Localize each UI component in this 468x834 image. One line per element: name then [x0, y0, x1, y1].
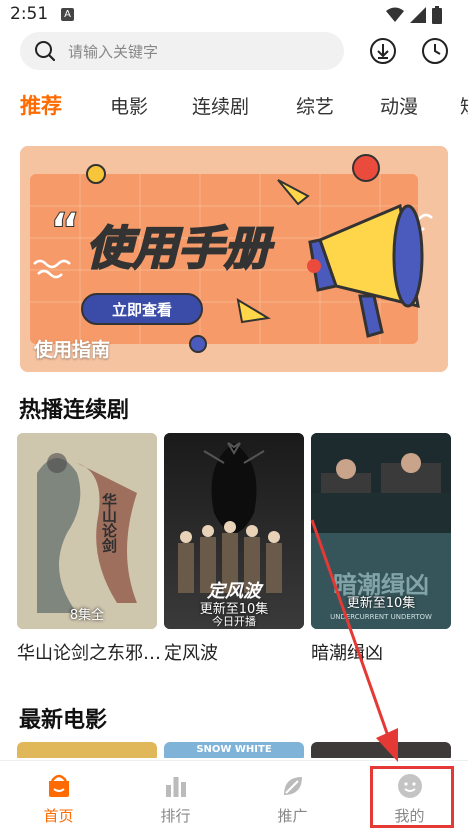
movie-poster[interactable]: [17, 742, 157, 758]
promote-icon: [284, 777, 302, 795]
series-poster-title: 华山论剑: [100, 492, 118, 554]
notification-a-icon: A: [61, 8, 74, 21]
download-icon[interactable]: [368, 36, 398, 66]
guide-banner[interactable]: “ 使用手册 立即查看 使用指南: [20, 146, 448, 372]
series-card[interactable]: 定风波 更新至10集 今日开播 定风波: [164, 433, 304, 665]
nav-promote[interactable]: 推广: [234, 761, 351, 834]
series-title: 定风波: [164, 643, 218, 664]
series-title: 华山论剑之东邪…: [17, 643, 161, 664]
status-bar: 2:51 A: [0, 0, 468, 30]
banner-headline: 使用手册: [86, 221, 275, 275]
tab-shorts[interactable]: 短: [460, 92, 468, 119]
tab-anime[interactable]: 动漫: [380, 92, 418, 119]
tab-movies[interactable]: 电影: [110, 92, 148, 119]
ranking-icon: [166, 777, 186, 797]
banner-view-button[interactable]: 立即查看: [112, 301, 172, 319]
nav-ranking[interactable]: 排行: [117, 761, 234, 834]
movie-poster-title: SNOW WHITE: [196, 744, 272, 755]
series-title: 暗潮缉凶: [311, 643, 383, 664]
home-feed[interactable]: “ 使用手册 立即查看 使用指南 热播连续剧 华山论剑 8集全 华山论剑之东邪…: [9, 146, 459, 758]
new-movies-list: SNOW WHITE: [17, 742, 457, 758]
movie-poster[interactable]: SNOW WHITE: [164, 742, 304, 758]
episode-badge: 8集全: [69, 608, 105, 623]
hot-series-title: 热播连续剧: [19, 398, 130, 423]
nav-home-label: 首页: [43, 807, 74, 825]
nav-promote-label: 推广: [277, 807, 308, 825]
banner-quote-mark: “: [50, 203, 80, 257]
tab-series[interactable]: 连续剧: [192, 92, 249, 119]
signal-icon: [410, 7, 426, 23]
series-poster[interactable]: 暗潮缉凶 UNDERCURRENT UNDERTOW 更新至10集: [311, 433, 451, 629]
nav-home[interactable]: 首页: [0, 761, 117, 834]
history-icon[interactable]: [420, 36, 450, 66]
series-poster[interactable]: 定风波 更新至10集 今日开播: [164, 433, 304, 629]
tab-recommended[interactable]: 推荐: [20, 90, 62, 120]
movie-poster[interactable]: [311, 742, 451, 758]
episode-badge: 更新至10集: [346, 596, 416, 611]
search-icon: [35, 41, 56, 62]
new-movies-title: 最新电影: [19, 708, 108, 733]
search-input[interactable]: 请输入关键字: [68, 41, 158, 62]
premiere-badge: 今日开播: [212, 615, 256, 628]
series-poster[interactable]: 华山论剑 8集全: [17, 433, 157, 629]
tab-variety[interactable]: 综艺: [296, 92, 334, 119]
series-card[interactable]: 华山论剑 8集全 华山论剑之东邪…: [17, 433, 161, 665]
home-icon: [49, 774, 69, 797]
annotation-highlight-box: [370, 766, 454, 828]
category-tabs: 推荐 电影 连续剧 综艺 动漫 短: [0, 86, 468, 126]
status-time: 2:51: [10, 4, 49, 24]
hot-series-list: 华山论剑 8集全 华山论剑之东邪… 定风波 更新至10集 今日开播 定风波 暗潮…: [17, 433, 457, 665]
wifi-icon: [386, 7, 404, 22]
nav-ranking-label: 排行: [160, 807, 191, 825]
series-poster-subtitle: UNDERCURRENT UNDERTOW: [330, 613, 432, 621]
series-card[interactable]: 暗潮缉凶 UNDERCURRENT UNDERTOW 更新至10集 暗潮缉凶: [311, 433, 451, 665]
banner-caption: 使用指南: [34, 339, 111, 361]
search-bar[interactable]: 请输入关键字: [20, 32, 344, 70]
battery-icon: [432, 6, 442, 24]
